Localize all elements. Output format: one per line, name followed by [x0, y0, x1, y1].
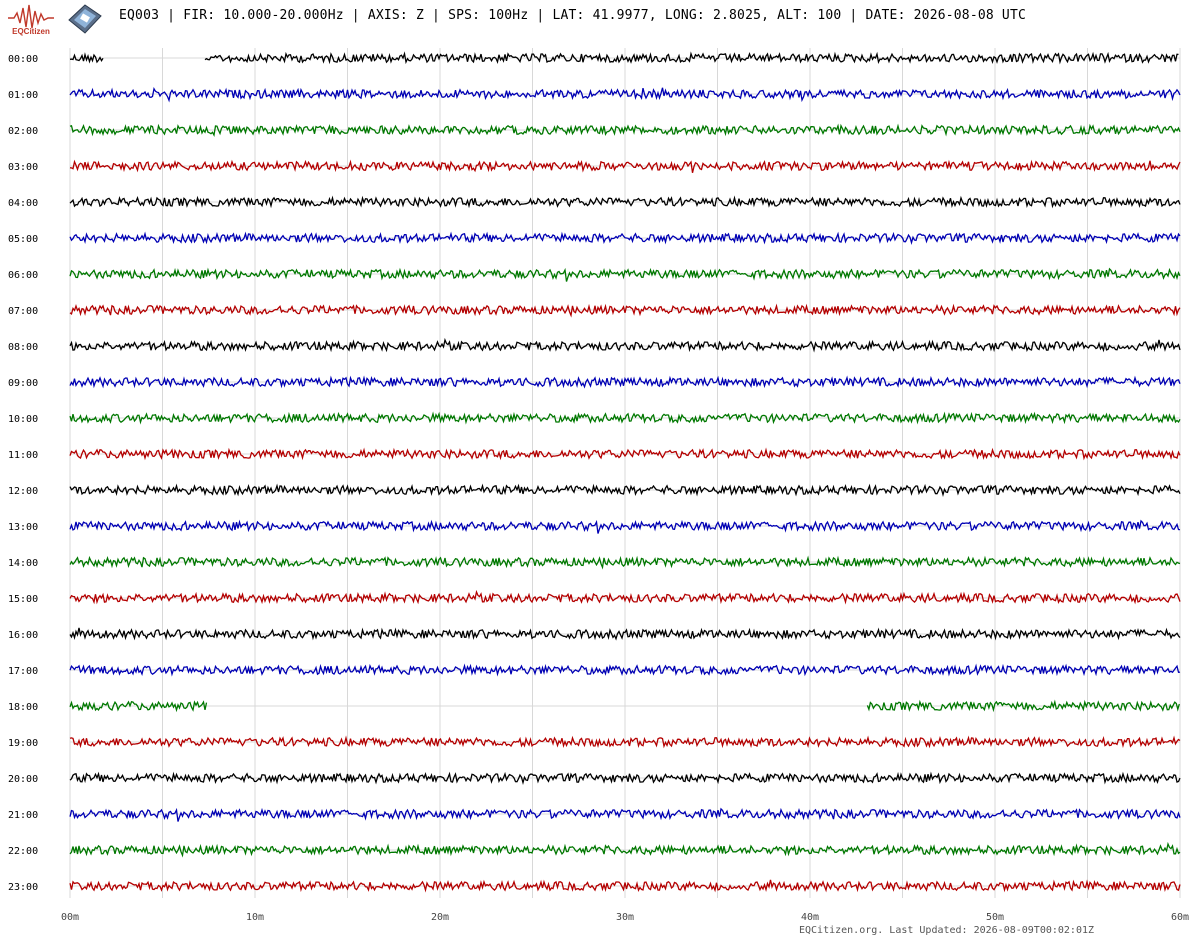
- row-time-label: 19:00: [8, 738, 38, 749]
- y-axis-labels: 00:00 01:00 02:00 03:00 04:00 05:00 06:00 07:00…: [8, 54, 38, 893]
- row-time-label: 23:00: [8, 882, 38, 893]
- last-updated-footer: EQCitizen.org. Last Updated: 2026-08-09T…: [799, 925, 1095, 936]
- x-tick-label: 40m: [801, 912, 819, 923]
- row-time-label: 03:00: [8, 162, 38, 173]
- x-tick-label: 50m: [986, 912, 1004, 923]
- row-time-label: 15:00: [8, 594, 38, 605]
- row-time-label: 05:00: [8, 234, 38, 245]
- row-time-label: 00:00: [8, 54, 38, 65]
- x-axis-labels: 00m 10m 20m 30m 40m 50m 60m: [61, 912, 1189, 923]
- x-tick-label: 30m: [616, 912, 634, 923]
- x-tick-label: 00m: [61, 912, 79, 923]
- row-time-label: 06:00: [8, 270, 38, 281]
- x-tick-label: 60m: [1171, 912, 1189, 923]
- chart-grid: [69, 48, 1181, 898]
- row-time-label: 22:00: [8, 846, 38, 857]
- x-tick-label: 20m: [431, 912, 449, 923]
- row-time-label: 04:00: [8, 198, 38, 209]
- row-time-label: 13:00: [8, 522, 38, 533]
- row-time-label: 17:00: [8, 666, 38, 677]
- helicorder-chart: 00:00 01:00 02:00 03:00 04:00 05:00 06:00 07:00…: [8, 48, 1189, 923]
- row-time-label: 14:00: [8, 558, 38, 569]
- row-time-label: 07:00: [8, 306, 38, 317]
- row-time-label: 18:00: [8, 702, 38, 713]
- row-time-label: 12:00: [8, 486, 38, 497]
- row-time-label: 10:00: [8, 414, 38, 425]
- row-time-label: 08:00: [8, 342, 38, 353]
- row-time-label: 11:00: [8, 450, 38, 461]
- x-tick-label: 10m: [246, 912, 264, 923]
- row-time-label: 20:00: [8, 774, 38, 785]
- row-time-label: 21:00: [8, 810, 38, 821]
- row-time-label: 16:00: [8, 630, 38, 641]
- row-time-label: 02:00: [8, 126, 38, 137]
- row-time-label: 09:00: [8, 378, 38, 389]
- row-time-label: 01:00: [8, 90, 38, 101]
